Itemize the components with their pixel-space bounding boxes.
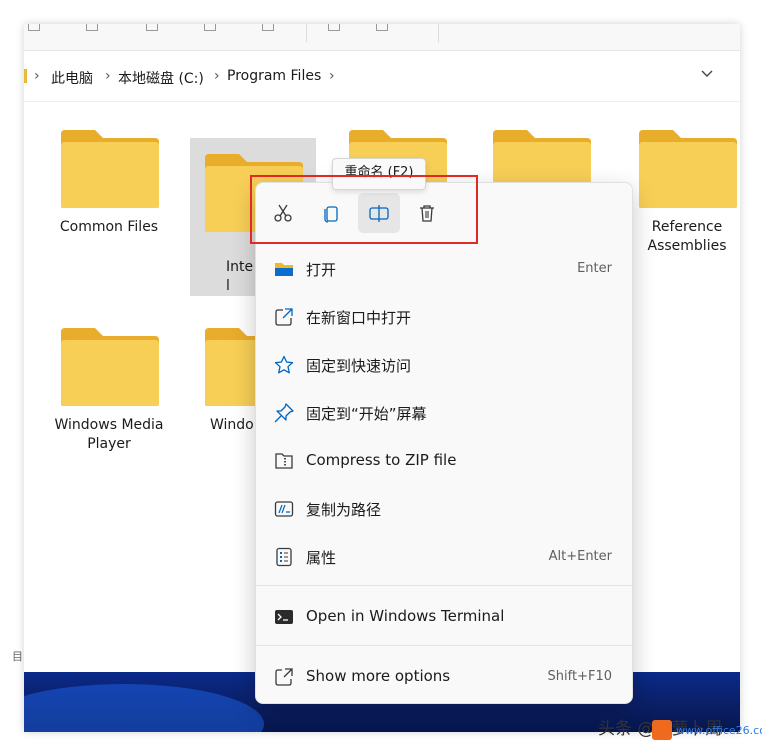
folder-label: Windows Media Player <box>54 417 164 452</box>
breadcrumb-local-disk[interactable]: 本地磁盘 (C:) <box>118 68 204 88</box>
annotation-highlight-box <box>250 175 478 244</box>
address-bar[interactable]: › 此电脑 › 本地磁盘 (C:) › Program Files › <box>24 51 740 102</box>
copy-path-icon <box>274 501 294 517</box>
breadcrumb-chevron-icon[interactable]: › <box>34 68 40 84</box>
menu-separator <box>256 645 632 646</box>
star-icon <box>274 355 294 374</box>
folder-icon <box>61 328 159 406</box>
folder-tile[interactable]: Common Files <box>46 114 172 272</box>
chevron-down-icon[interactable] <box>698 65 716 83</box>
zip-icon <box>275 453 293 469</box>
folder-label: Common Files <box>59 219 159 235</box>
menu-item-label: Open in Windows Terminal <box>306 607 505 625</box>
menu-item-shortcut: Shift+F10 <box>547 669 612 684</box>
watermark-site: www.office26.com <box>676 724 762 737</box>
new-window-icon <box>275 308 293 326</box>
menu-item-label: 打开 <box>306 261 337 279</box>
toolbar-icon[interactable] <box>328 24 340 31</box>
menu-item-label: 固定到“开始”屏幕 <box>306 405 427 423</box>
context-menu: 打开 Enter 在新窗口中打开 固定到快速访问 固定到“开始”屏幕 Compr… <box>255 182 633 704</box>
menu-item-label: 复制为路径 <box>306 501 382 519</box>
status-bar-glyph: 目 <box>12 650 23 663</box>
toolbar-icon[interactable] <box>204 24 216 31</box>
location-folder-icon <box>24 69 27 83</box>
menu-item-pin-start[interactable]: 固定到“开始”屏幕 <box>262 393 626 433</box>
menu-item-properties[interactable]: 属性 Alt+Enter <box>262 537 626 577</box>
properties-icon <box>276 547 292 567</box>
command-bar <box>24 24 740 51</box>
menu-item-shortcut: Enter <box>577 261 612 276</box>
folder-open-icon <box>275 263 293 276</box>
breadcrumb-program-files[interactable]: Program Files <box>227 68 321 84</box>
folder-tile[interactable]: Windows Media Player <box>46 312 172 470</box>
breadcrumb-chevron-icon[interactable]: › <box>329 68 335 84</box>
menu-item-open[interactable]: 打开 Enter <box>262 249 626 289</box>
menu-item-pin-quick-access[interactable]: 固定到快速访问 <box>262 345 626 385</box>
menu-item-open-terminal[interactable]: Open in Windows Terminal <box>262 597 626 637</box>
toolbar-icon[interactable] <box>28 24 40 31</box>
folder-label: Reference Assemblies <box>647 219 727 254</box>
menu-item-compress-zip[interactable]: Compress to ZIP file <box>262 441 626 481</box>
folder-icon <box>61 130 159 208</box>
pin-icon <box>274 403 294 423</box>
menu-item-label: Compress to ZIP file <box>306 451 457 469</box>
toolbar-icon[interactable] <box>146 24 158 31</box>
menu-item-label: 固定到快速访问 <box>306 357 412 375</box>
folder-icon <box>639 130 737 208</box>
terminal-icon <box>275 610 293 624</box>
menu-item-label: 属性 <box>306 549 337 567</box>
toolbar-icon[interactable] <box>262 24 274 31</box>
menu-item-show-more-options[interactable]: Show more options Shift+F10 <box>262 657 626 697</box>
breadcrumb-chevron-icon[interactable]: › <box>105 68 111 84</box>
more-options-icon <box>275 668 293 686</box>
menu-item-open-new-window[interactable]: 在新窗口中打开 <box>262 297 626 337</box>
folder-tile[interactable]: Reference Assemblies <box>624 114 740 272</box>
toolbar-divider <box>438 24 439 42</box>
menu-separator <box>256 585 632 586</box>
breadcrumb-chevron-icon[interactable]: › <box>214 68 220 84</box>
menu-item-copy-as-path[interactable]: 复制为路径 <box>262 489 626 529</box>
menu-item-label: 在新窗口中打开 <box>306 309 412 327</box>
menu-item-label: Show more options <box>306 667 451 685</box>
wallpaper-bloom <box>24 684 264 732</box>
menu-item-shortcut: Alt+Enter <box>548 549 612 564</box>
office-logo-icon <box>652 720 672 740</box>
toolbar-divider <box>306 24 307 42</box>
breadcrumb-this-pc[interactable]: 此电脑 <box>51 68 93 88</box>
toolbar-icon[interactable] <box>86 24 98 31</box>
toolbar-icon[interactable] <box>376 24 388 31</box>
